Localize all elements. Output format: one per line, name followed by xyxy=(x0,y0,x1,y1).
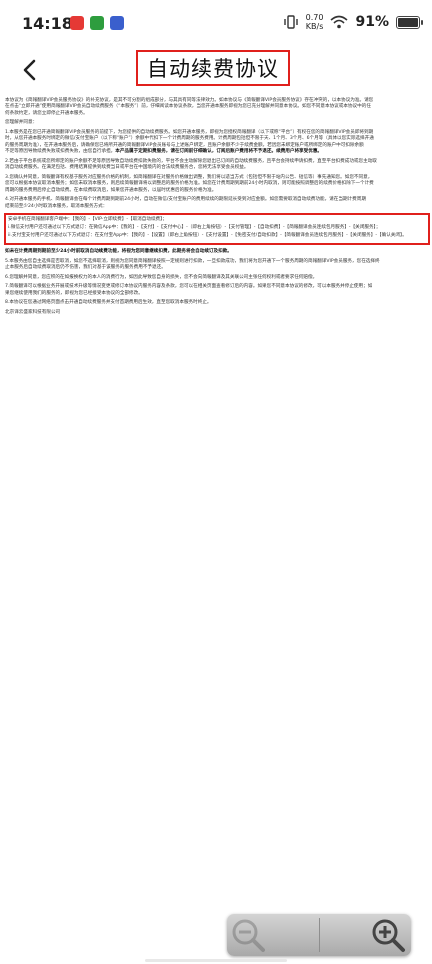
notification-icons xyxy=(70,16,124,30)
app-notification-icon xyxy=(90,16,104,30)
vibrate-icon xyxy=(283,15,298,29)
status-bar: 14:18 0.70 KB/s 91% xyxy=(0,0,432,50)
clause-8: 8.本协议在您通过网络页面点击开通自动续费服务并支付首期费用后生效，直至您取消本… xyxy=(5,300,212,306)
zoom-divider xyxy=(319,918,320,952)
text-line: 您可以根据本协议取消本服务；如您未取消本服务，则后续简報翻译将以调整后的服务价格… xyxy=(5,181,374,187)
nav-bar: 自动续费协议 xyxy=(0,50,432,92)
text-line: 周期的服务费用后停止自动续费。在本续费取消后，如果您开通本服务，以届时优惠后的服… xyxy=(5,187,217,193)
clause-2: 2.若由于平台系统或您所绑定的账户余额不足等原因导致自动续费扣款失败的，平台不会… xyxy=(5,159,429,172)
battery-icon xyxy=(396,15,423,29)
text-line: 果您继续使用我们的服务的，即视为您已经接受本协议的全部修改。 xyxy=(5,290,143,296)
bold-warning: 如未在计费周期到期前至少24小时前取消自动续费功能，将视为您同意继续扣费，此期务… xyxy=(5,249,232,255)
text-line: 结束前至少24小时取消本服务，取消本服务方式： xyxy=(5,203,108,209)
bold-notice: 续费用户将享受优惠。 xyxy=(276,149,323,155)
bold-notice: 本产品属于定期扣费服务，请在订阅前仔细确认，订阅后账户费用将不予退还。 xyxy=(115,149,277,155)
text-line: 7.简報翻译可以根据业务开展或技术升级等情况变更或修订本协议内服务内容及条款，您… xyxy=(5,284,373,290)
cancel-methods-highlight: 安卓手机在简報翻译客户端中：【我的】-【VIP·立即续费】-【取消自动续费】； … xyxy=(4,213,430,246)
agreement-document: 本协议为《简報翻译VIP会员服务协议》的补充协议，是其不可分割的组成部分，与其具… xyxy=(4,98,430,320)
cancel-method: 安卓手机在简報翻译客户端中：【我的】-【VIP·立即续费】-【取消自动续费】； xyxy=(8,217,168,223)
text-line: 消自动续费服务。在满足包括、费用结算提供到续费当日或平台在中国境内的合法续费服务… xyxy=(5,165,249,171)
text-line: 时，从您开通本服务时绑定的微信/支付宝账户（以下称“账户”）余额中代扣下一个计费… xyxy=(5,136,374,142)
text-line: 何条款约定，请您立即停止开通本服务。 xyxy=(5,110,88,116)
network-speed-unit: KB/s xyxy=(305,22,324,31)
app-notification-icon xyxy=(110,16,124,30)
text-line: 4.对开通本服务的手机、简報翻译会在每个计费周期到期前24小时，自动在微信/支付… xyxy=(5,197,366,203)
clause-3: 3.您确认并同意，简報翻译有权基于服务对应服务价格的机制，如简報翻译在对服务价格… xyxy=(5,175,429,194)
network-speed: 0.70 KB/s xyxy=(306,13,324,31)
cancel-method: ii.支付宝支付用户还可通过以下方式退订：在支付宝App中：【我的】-【设置】（… xyxy=(8,233,407,239)
app-notification-icon xyxy=(70,16,84,30)
zoom-out-icon[interactable] xyxy=(230,917,266,953)
company-name: 北京译云盛家科技有限公司 xyxy=(5,310,61,315)
clause-6: 6.您理解并同意，您应积的在如报换权力的本人的消费行为，如因此导致您自身的损失，… xyxy=(5,274,318,280)
network-speed-value: 0.70 xyxy=(305,13,324,22)
battery-text: 91% xyxy=(355,14,389,30)
back-arrow-icon[interactable] xyxy=(18,58,42,82)
page-title-highlight: 自动续费协议 xyxy=(136,50,290,86)
clause-7: 7.简報翻译可以根据业务开展或技术升级等情况变更或修订本协议内服务内容及条款，您… xyxy=(5,284,429,297)
text-line: 不足等原因导致续费失败或扣费失败，由您自行承担。 xyxy=(5,149,116,155)
zoom-in-icon[interactable] xyxy=(370,917,406,953)
intro-paragraph: 本协议为《简報翻译VIP会员服务协议》的补充协议，是其不可分割的组成部分，与其具… xyxy=(5,98,429,117)
status-time: 14:18 xyxy=(22,14,73,33)
home-indicator xyxy=(145,959,287,962)
notice-heading: 您理解并同意： xyxy=(5,120,38,126)
zoom-control xyxy=(227,914,411,956)
clause-5: 5.本服务由您自主选择是否取消，如您不选择取消，则视为您同意简報翻译按照一定规则… xyxy=(5,259,429,272)
clause-4: 4.对开通本服务的手机、简報翻译会在每个计费周期到期前24小时，自动在微信/支付… xyxy=(5,197,429,210)
battery-level xyxy=(398,17,419,27)
clause-1: 1.本服务是在您已开通简報翻译VIP会员服务的前提下，为您提供的自动续费服务。如… xyxy=(5,130,429,156)
wifi-icon xyxy=(330,15,349,29)
page-title: 自动续费协议 xyxy=(147,57,279,81)
text-line: 止本服务后自动续费取消后仍不伤害，我们对基于该服务的服务费用不予退还。 xyxy=(5,265,166,271)
text-line: 在点击“立即开通”使用简報翻译VIP会员自动续费服务（“本服务”）前，仔细阅读本… xyxy=(5,104,371,110)
cancel-method: i.微信支付用户还可通过以下方式退订：在微信App中：【我的】-【支付】-【支付… xyxy=(8,225,381,231)
status-right: 0.70 KB/s 91% xyxy=(283,13,423,31)
